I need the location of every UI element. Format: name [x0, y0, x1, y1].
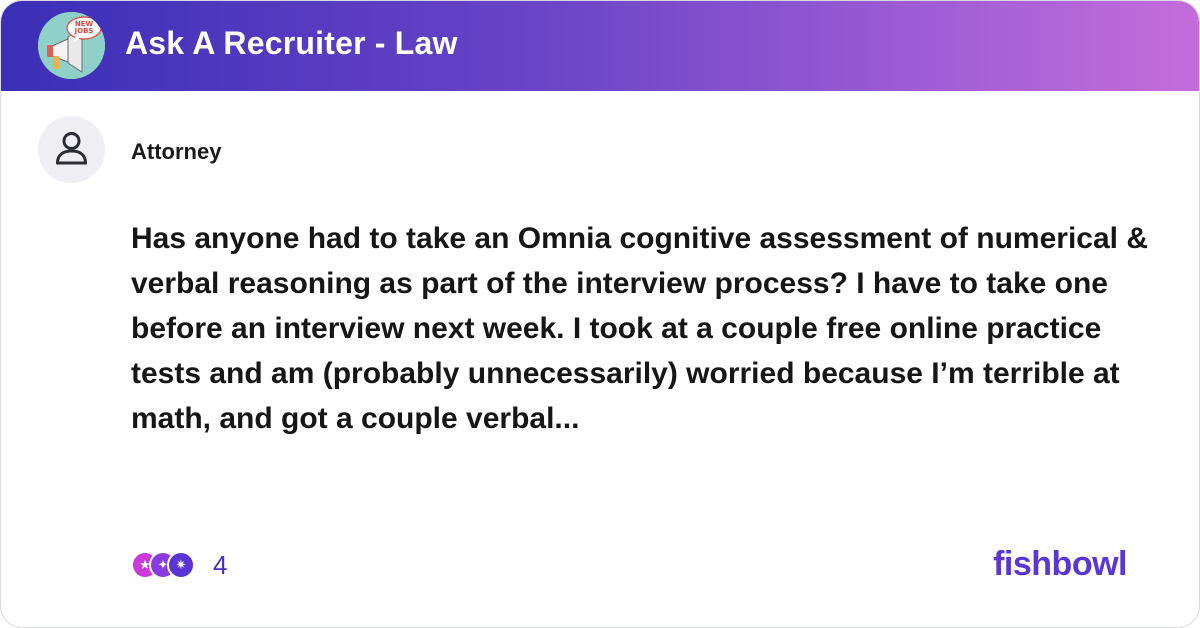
user-icon: [56, 132, 87, 165]
new-jobs-badge: NEW JOBS: [74, 20, 94, 35]
bowl-logo[interactable]: NEW JOBS: [38, 12, 105, 79]
reaction-icons: ★ ✦ ✷: [131, 549, 197, 581]
fishbowl-logo[interactable]: fishbowl: [993, 545, 1127, 584]
bowl-header: NEW JOBS Ask A Recruiter - Law: [1, 1, 1199, 91]
post-body[interactable]: Has anyone had to take an Omnia cognitiv…: [131, 216, 1161, 441]
author-avatar[interactable]: [38, 116, 105, 183]
reaction-count: 4: [213, 549, 228, 580]
reactions-summary[interactable]: ★ ✦ ✷ 4: [131, 549, 227, 581]
post-card: NEW JOBS Ask A Recruiter - Law Attorney …: [0, 0, 1200, 628]
author-title[interactable]: Attorney: [131, 139, 221, 165]
heart-reaction-icon: ✷: [167, 551, 195, 579]
bowl-name[interactable]: Ask A Recruiter - Law: [125, 25, 458, 62]
